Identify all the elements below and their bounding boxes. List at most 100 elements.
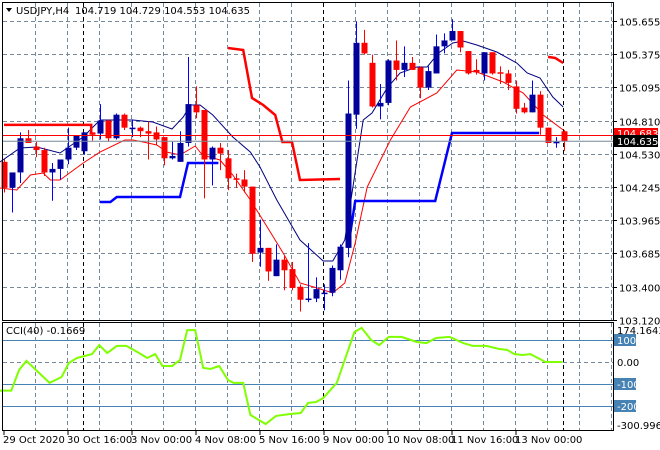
bid-price-label: 104.635 <box>614 135 658 148</box>
candle-body <box>89 132 96 135</box>
bear-candle <box>505 69 512 90</box>
candle-body <box>337 246 344 271</box>
candle-body <box>201 109 208 160</box>
candle-body <box>177 142 184 162</box>
bear-candle <box>361 29 368 55</box>
price-tick-label: 104.810 <box>619 118 660 129</box>
bear-candle <box>369 54 376 108</box>
symbol-label: USDJPY,H4 <box>16 6 69 17</box>
candle-body <box>361 42 368 54</box>
candle-body <box>161 137 168 159</box>
price-tick-label: 105.655 <box>619 18 660 29</box>
bear-candle <box>521 102 528 114</box>
candle-body <box>185 104 192 143</box>
candle-body <box>249 186 256 254</box>
bear-candle <box>281 256 288 291</box>
bear-candle <box>121 113 128 131</box>
time-tick-label: 4 Nov 08:00 <box>195 435 256 446</box>
candle-body <box>169 155 176 159</box>
candle-body <box>433 46 440 74</box>
bull-candle <box>553 137 560 148</box>
candle-body <box>17 138 24 173</box>
candle-body <box>377 102 384 107</box>
candle-body <box>209 147 216 160</box>
bull-candle <box>321 284 328 311</box>
candle-body <box>265 247 272 272</box>
chart-header: USDJPY,H4 104.719 104.729 104.553 104.63… <box>6 6 250 17</box>
bull-candle <box>345 80 352 258</box>
time-tick-label: 3 Nov 00:00 <box>131 435 192 446</box>
bear-candle <box>145 121 152 160</box>
cci-line <box>0 326 563 426</box>
time-tick-label: 11 Nov 16:00 <box>451 435 518 446</box>
bull-candle <box>185 56 192 147</box>
candle-body <box>489 52 496 74</box>
bull-candle <box>329 265 336 297</box>
candle-body <box>217 147 224 154</box>
bull-candle <box>257 219 264 267</box>
bear-candle <box>409 56 416 70</box>
time-tick-label: 9 Nov 00:00 <box>323 435 384 446</box>
price-tick-label: 103.965 <box>619 217 660 228</box>
indicator-lines <box>0 40 564 426</box>
candle-body <box>537 94 544 128</box>
candle-body <box>425 71 432 88</box>
bear-candle <box>41 147 48 176</box>
candle-body <box>41 150 48 173</box>
candle-body <box>73 135 80 148</box>
bull-candle <box>129 119 136 138</box>
candle-body <box>401 62 408 70</box>
triangle-down-icon[interactable] <box>6 8 12 12</box>
price-tick-label: 105.095 <box>619 84 660 95</box>
price-tick-label: 104.245 <box>619 184 660 195</box>
bull-candle <box>337 244 344 280</box>
bear-candle <box>297 284 304 312</box>
bear-candle <box>417 66 424 99</box>
time-tick-label: 5 Nov 16:00 <box>259 435 320 446</box>
bull-candle <box>73 135 80 151</box>
bull-candle <box>9 172 16 213</box>
price-tick-label: 103.685 <box>619 250 660 261</box>
axes: 105.655 105.375 105.095 104.810 104.530 104.2… <box>3 18 660 447</box>
candle-body <box>481 52 488 74</box>
bear-candle <box>465 51 472 75</box>
bear-candle <box>561 130 568 151</box>
stop-red-3-line <box>547 55 564 65</box>
candle-body <box>241 179 248 187</box>
bull-candle <box>425 66 432 90</box>
cci-pane[interactable] <box>2 322 614 431</box>
price-tick-label: 103.400 <box>619 284 660 295</box>
bull-candle <box>97 104 104 140</box>
bull-candle <box>49 163 56 201</box>
candle-body <box>25 138 32 143</box>
bear-candle <box>489 52 496 75</box>
bear-candle <box>193 86 200 119</box>
candle-body <box>393 60 400 70</box>
candle-body <box>33 146 40 151</box>
bull-candle <box>313 277 320 303</box>
bear-candle <box>105 119 112 142</box>
trading-chart[interactable]: 105.655 105.375 105.095 104.810 104.530 104.2… <box>0 0 660 450</box>
candle-body <box>465 51 472 74</box>
cci-tick-label: 100 <box>617 336 636 347</box>
candle-body <box>457 31 464 48</box>
bull-candle <box>57 159 64 180</box>
candles <box>1 19 568 312</box>
bull-candle <box>529 80 536 113</box>
ma-slow-line <box>0 69 564 294</box>
cci-tick-label: -200 <box>617 402 640 413</box>
candle-body <box>225 158 232 179</box>
bull-candle <box>481 52 488 81</box>
pane-frames <box>2 2 614 431</box>
bear-candle <box>225 150 232 191</box>
candle-body <box>409 62 416 70</box>
candle-body <box>305 298 312 301</box>
candle-body <box>553 141 560 144</box>
candle-body <box>57 159 64 169</box>
candle-body <box>137 127 144 132</box>
bull-candle <box>169 141 176 160</box>
cci-tick-label: -300.9964 <box>617 421 660 432</box>
candle-body <box>65 147 72 160</box>
bear-candle <box>513 80 520 114</box>
time-tick-label: 29 Oct 2020 <box>3 435 65 446</box>
